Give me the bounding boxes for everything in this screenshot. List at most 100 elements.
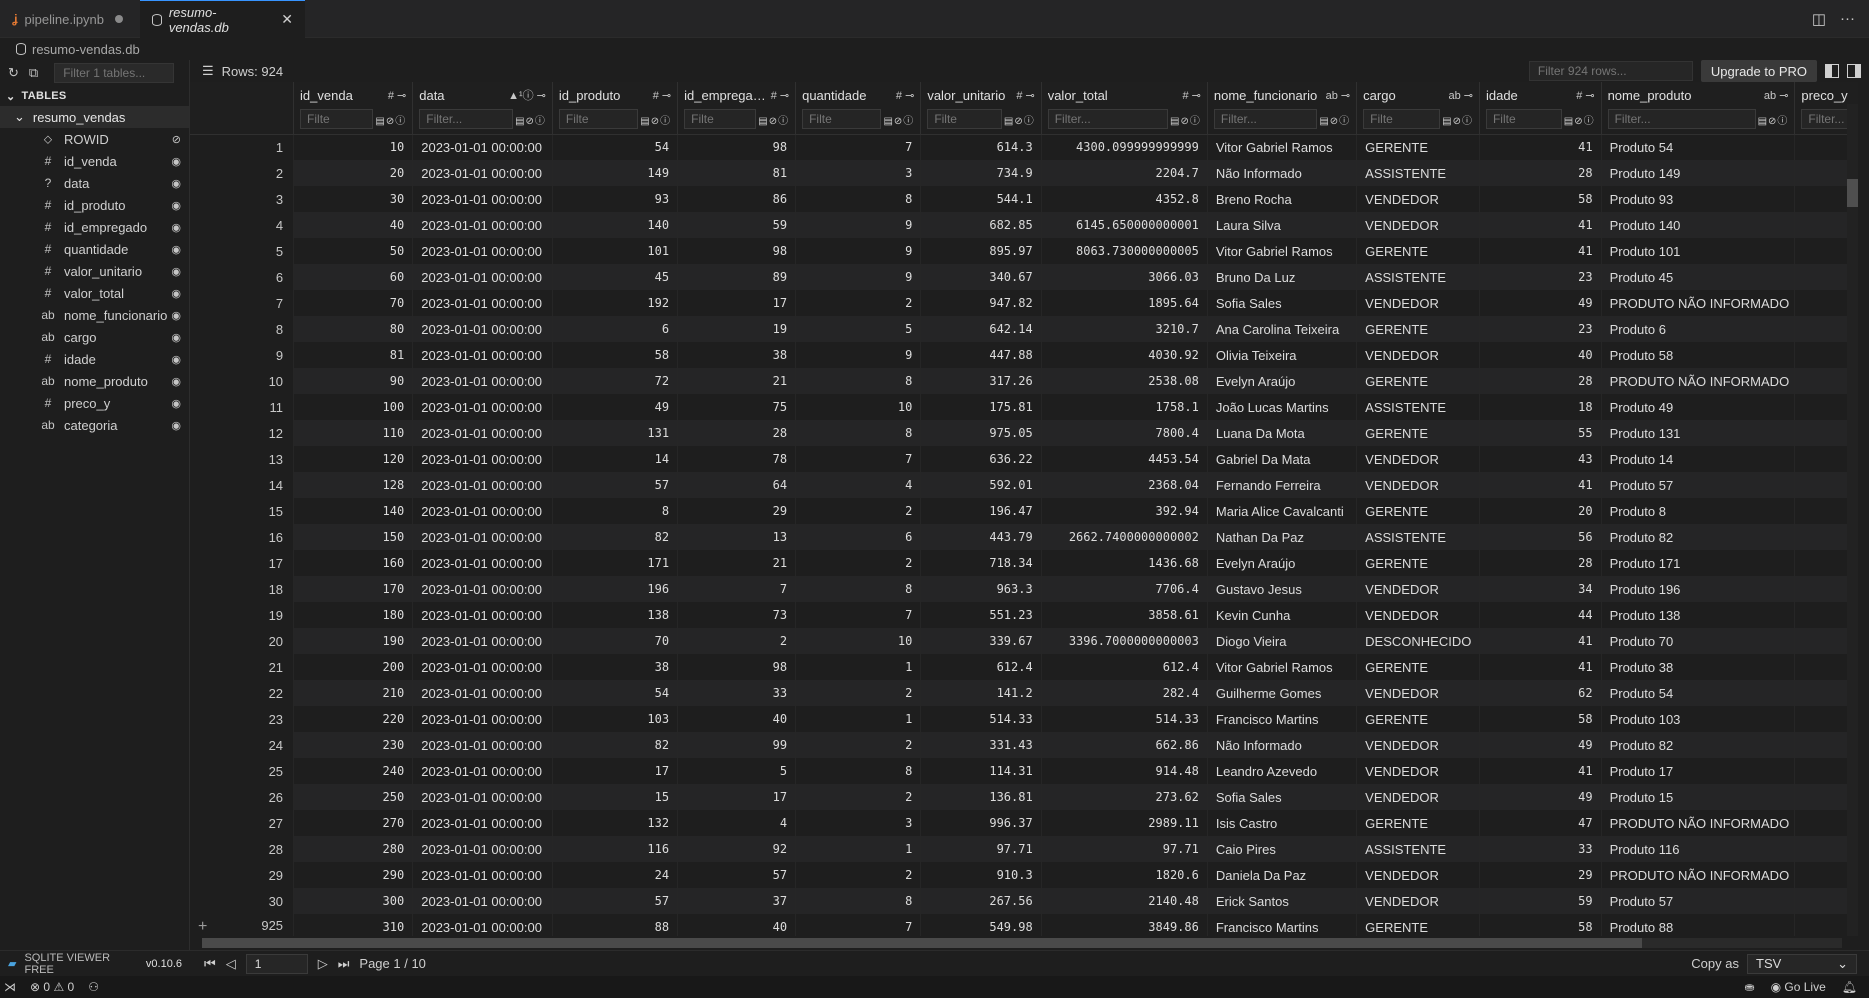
table-cell[interactable]: 171 <box>552 550 679 576</box>
table-cell[interactable]: Produto 38 <box>1601 654 1796 680</box>
table-cell[interactable]: 1 <box>795 654 922 680</box>
table-cell[interactable]: Produto 49 <box>1601 394 1796 420</box>
table-cell[interactable]: 41 <box>1479 758 1602 784</box>
column-header-label[interactable]: id_venda <box>300 88 384 103</box>
column-item-id-venda[interactable]: # id_venda ◉ <box>0 150 189 172</box>
table-cell[interactable]: 544.1 <box>920 186 1042 212</box>
table-cell[interactable]: 41 <box>1479 134 1602 160</box>
table-cell[interactable]: ASSISTENTE <box>1356 394 1480 420</box>
table-cell[interactable]: GERENTE <box>1356 550 1480 576</box>
column-header-label[interactable]: id_empregado <box>684 88 767 103</box>
table-cell[interactable]: 270 <box>293 810 414 836</box>
column-filter-input[interactable] <box>419 109 514 129</box>
column-filter-input[interactable] <box>300 109 374 129</box>
table-cell[interactable]: Diogo Vieira <box>1207 628 1358 654</box>
table-cell[interactable]: 93 <box>552 186 679 212</box>
column-filter-input[interactable] <box>1485 109 1562 129</box>
column-header-label[interactable]: id_produto <box>559 88 649 103</box>
table-cell[interactable]: Vitor Gabriel Ramos <box>1207 134 1358 160</box>
table-cell[interactable]: 317.26 <box>920 368 1042 394</box>
table-cell[interactable]: 49 <box>1479 290 1602 316</box>
table-cell[interactable]: João Lucas Martins <box>1207 394 1358 420</box>
table-cell[interactable]: 2204.7 <box>1041 160 1208 186</box>
table-cell[interactable]: 2 <box>677 628 797 654</box>
table-cell[interactable]: 38 <box>677 342 797 368</box>
table-cell[interactable]: Evelyn Araújo <box>1207 368 1358 394</box>
table-cell[interactable]: 2 <box>795 680 922 706</box>
table-cell[interactable]: GERENTE <box>1356 706 1480 732</box>
table-cell[interactable]: Produto 8 <box>1601 498 1796 524</box>
column-header-id-venda[interactable]: id_venda # ⊸ ▤⊘ⓘ <box>293 82 414 135</box>
table-row[interactable]: 20 190 2023-01-01 00:00:00 70 2 10 339.67 3396.… <box>190 628 1858 654</box>
table-cell[interactable]: Nathan Da Paz <box>1207 524 1358 550</box>
last-page-icon[interactable]: ⏭ <box>338 956 350 972</box>
table-cell[interactable]: Caio Pires <box>1207 836 1358 862</box>
table-row[interactable]: 17 160 2023-01-01 00:00:00 171 21 2 718.34 1436… <box>190 550 1858 576</box>
add-row-icon[interactable]: + <box>198 918 207 936</box>
eye-icon[interactable]: ◉ <box>171 353 181 366</box>
table-cell[interactable]: Não Informado <box>1207 732 1358 758</box>
panel-layout-icon[interactable] <box>1847 64 1861 78</box>
table-cell[interactable]: 49 <box>1479 784 1602 810</box>
column-item-quantidade[interactable]: # quantidade ◉ <box>0 238 189 260</box>
table-cell[interactable]: 2023-01-01 00:00:00 <box>412 784 553 810</box>
table-cell[interactable]: VENDEDOR <box>1356 758 1480 784</box>
table-cell[interactable]: 2023-01-01 00:00:00 <box>412 160 553 186</box>
table-cell[interactable]: 6 <box>795 524 922 550</box>
table-cell[interactable]: 28 <box>1479 368 1602 394</box>
problems-indicator[interactable]: ⊗ 0 ⚠ 0 <box>30 980 74 994</box>
filter-options-icon[interactable]: ▤⊘ⓘ <box>883 112 914 127</box>
table-cell[interactable]: 2023-01-01 00:00:00 <box>412 290 553 316</box>
table-cell[interactable]: Produto 88 <box>1601 914 1796 936</box>
table-cell[interactable]: Vitor Gabriel Ramos <box>1207 654 1358 680</box>
filter-options-icon[interactable]: ▤⊘ⓘ <box>1170 112 1201 127</box>
table-cell[interactable]: VENDEDOR <box>1356 888 1480 914</box>
copilot-icon[interactable]: ⛂ <box>1745 980 1755 994</box>
table-cell[interactable]: 340.67 <box>920 264 1042 290</box>
table-cell[interactable]: Não Informado <box>1207 160 1358 186</box>
table-cell[interactable]: 290 <box>293 862 414 888</box>
table-cell[interactable]: 230 <box>293 732 414 758</box>
column-type-icon[interactable]: # ⊸ <box>1016 89 1034 102</box>
ports-icon[interactable]: ⚇ <box>88 980 99 994</box>
table-cell[interactable]: 90 <box>293 368 414 394</box>
table-row[interactable]: 11 100 2023-01-01 00:00:00 49 75 10 175.81 1758… <box>190 394 1858 420</box>
table-cell[interactable]: 81 <box>293 342 414 368</box>
table-cell[interactable]: 7 <box>795 602 922 628</box>
table-cell[interactable]: PRODUTO NÃO INFORMADO <box>1601 862 1796 888</box>
table-cell[interactable]: 2 <box>795 862 922 888</box>
column-header-valor-total[interactable]: valor_total# ⊸ ▤⊘ⓘ <box>1041 82 1208 135</box>
table-cell[interactable]: 101 <box>552 238 679 264</box>
table-cell[interactable]: 47 <box>1479 810 1602 836</box>
column-type-icon[interactable]: # ⊸ <box>896 89 914 102</box>
column-header-valor-unitario[interactable]: valor_unitario # ⊸ ▤⊘ⓘ <box>920 82 1042 135</box>
table-cell[interactable]: 98 <box>677 654 797 680</box>
table-cell[interactable]: 33 <box>1479 836 1602 862</box>
table-cell[interactable]: Produto 82 <box>1601 524 1796 550</box>
table-cell[interactable]: 3396.7000000000003 <box>1041 628 1208 654</box>
table-cell[interactable]: 6 <box>552 316 679 342</box>
table-cell[interactable]: GERENTE <box>1356 914 1480 936</box>
table-cell[interactable]: Produto 45 <box>1601 264 1796 290</box>
table-cell[interactable]: 662.86 <box>1041 732 1208 758</box>
table-cell[interactable]: 175.81 <box>920 394 1042 420</box>
table-row[interactable]: 15 140 2023-01-01 00:00:00 8 29 2 196.47 392.94… <box>190 498 1858 524</box>
table-cell[interactable]: Sofia Sales <box>1207 784 1358 810</box>
table-cell[interactable]: VENDEDOR <box>1356 472 1480 498</box>
table-cell[interactable]: 2023-01-01 00:00:00 <box>412 394 553 420</box>
table-cell[interactable]: 9 <box>795 212 922 238</box>
table-cell[interactable]: 192 <box>552 290 679 316</box>
table-cell[interactable]: 54 <box>552 680 679 706</box>
column-item-nome-produto[interactable]: ab nome_produto ◉ <box>0 370 189 392</box>
table-cell[interactable]: 2023-01-01 00:00:00 <box>412 238 553 264</box>
eye-icon[interactable]: ◉ <box>171 397 181 410</box>
table-cell[interactable]: 7 <box>795 914 922 936</box>
table-cell[interactable]: 18 <box>1479 394 1602 420</box>
table-cell[interactable]: 34 <box>1479 576 1602 602</box>
table-cell[interactable]: 2023-01-01 00:00:00 <box>412 446 553 472</box>
table-cell[interactable]: ASSISTENTE <box>1356 836 1480 862</box>
column-header-nome-produto[interactable]: nome_produto ab ⊸ ▤⊘ⓘ <box>1601 82 1796 135</box>
table-cell[interactable]: 4300.099999999999 <box>1041 134 1208 160</box>
table-cell[interactable]: 21 <box>677 550 797 576</box>
table-cell[interactable]: PRODUTO NÃO INFORMADO <box>1601 810 1796 836</box>
